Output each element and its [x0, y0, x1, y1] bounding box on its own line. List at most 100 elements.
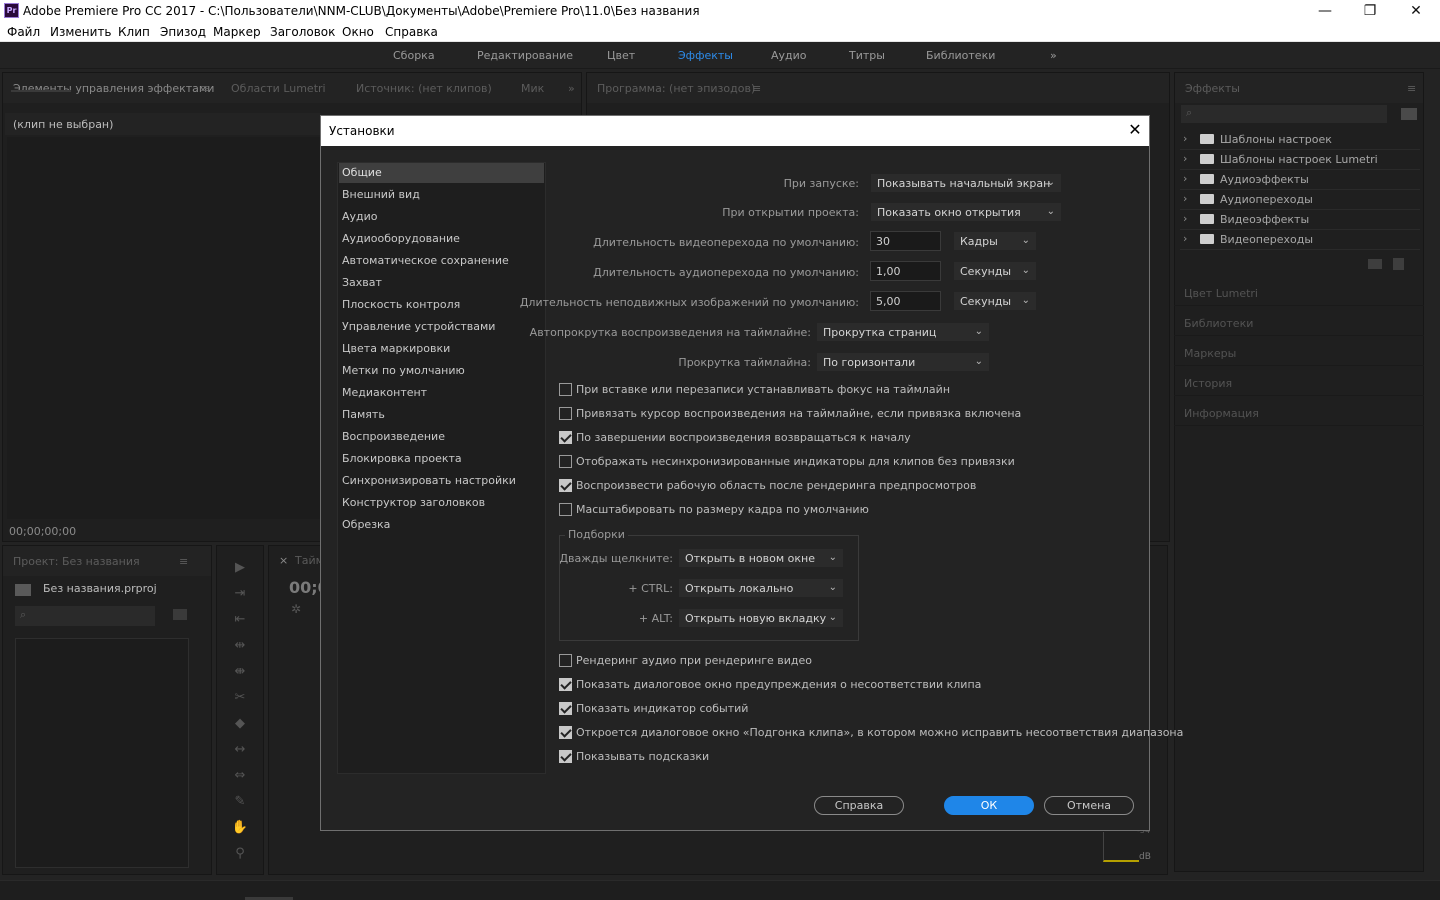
tab-effect-controls[interactable]: Элементы управления эффектами — [13, 82, 214, 95]
program-menu-icon[interactable]: ≡ — [752, 82, 761, 95]
checkbox-clip-fit-dialog[interactable] — [559, 726, 572, 739]
workspace-libraries[interactable]: Библиотеки — [926, 49, 995, 62]
menu-help[interactable]: Справка — [385, 25, 438, 39]
zoom-tool-icon[interactable]: ⚲ — [229, 846, 251, 864]
slip-tool-icon[interactable]: ◆ — [229, 716, 251, 734]
menu-clip[interactable]: Клип — [118, 25, 150, 39]
cancel-button[interactable]: Отмена — [1044, 796, 1134, 815]
menu-sequence[interactable]: Эпизод — [160, 25, 206, 39]
category-memory[interactable]: Память — [339, 405, 544, 425]
new-bin-icon[interactable] — [173, 609, 187, 620]
trash-icon[interactable] — [1393, 258, 1404, 270]
category-audio[interactable]: Аудио — [339, 207, 544, 227]
category-general[interactable]: Общие — [339, 163, 544, 183]
tab-lumetri-scopes[interactable]: Области Lumetri — [231, 82, 326, 95]
effects-tree-item[interactable]: › Видеопереходы — [1180, 230, 1420, 250]
category-label-defaults[interactable]: Метки по умолчанию — [339, 361, 544, 381]
track-move-tool-icon[interactable]: ⇔ — [229, 768, 251, 786]
category-auto-save[interactable]: Автоматическое сохранение — [339, 251, 544, 271]
workspace-color[interactable]: Цвет — [607, 49, 635, 62]
checkbox-scale-to-frame[interactable] — [559, 503, 572, 516]
category-label-colors[interactable]: Цвета маркировки — [339, 339, 544, 359]
checkbox-show-tooltips[interactable] — [559, 750, 572, 763]
selection-tool-icon[interactable]: ▶ — [229, 560, 251, 578]
tab-effects[interactable]: Эффекты — [1185, 82, 1240, 95]
menu-file[interactable]: Файл — [7, 25, 40, 39]
section-lumetri-color[interactable]: Цвет Lumetri — [1174, 278, 1424, 306]
open-project-dropdown[interactable]: Показать окно открытия ⌄ — [870, 202, 1062, 222]
category-device-control[interactable]: Управление устройствами — [339, 317, 544, 337]
workspace-effects[interactable]: Эффекты — [678, 49, 733, 62]
effects-tree-item[interactable]: › Аудиоэффекты — [1180, 170, 1420, 190]
tab-mixer[interactable]: Мик — [521, 82, 544, 95]
section-info[interactable]: Информация — [1174, 398, 1424, 426]
track-select-tool-icon[interactable]: ⇥ — [229, 586, 251, 604]
ok-button[interactable]: ОК — [944, 796, 1034, 815]
category-project-locking[interactable]: Блокировка проекта — [339, 449, 544, 469]
slide-tool-icon[interactable]: ↔ — [229, 742, 251, 760]
checkbox-clip-mismatch-warning[interactable] — [559, 678, 572, 691]
effects-tree-item[interactable]: › Аудиопереходы — [1180, 190, 1420, 210]
section-libraries[interactable]: Библиотеки — [1174, 308, 1424, 336]
window-close-button[interactable]: ✕ — [1393, 0, 1439, 22]
checkbox-return-to-start[interactable] — [559, 431, 572, 444]
menu-title[interactable]: Заголовок — [270, 25, 335, 39]
minimize-button[interactable]: — — [1302, 0, 1348, 22]
project-menu-icon[interactable]: ≡ — [179, 555, 188, 568]
help-button[interactable]: Справка — [814, 796, 904, 815]
workspace-titles[interactable]: Титры — [849, 49, 885, 62]
still-image-unit-dropdown[interactable]: Секунды ⌄ — [953, 291, 1037, 311]
project-search-input[interactable]: ⌕ — [15, 606, 155, 626]
category-control-surface[interactable]: Плоскость контроля — [339, 295, 544, 315]
category-media[interactable]: Медиаконтент — [339, 383, 544, 403]
effects-tree-item[interactable]: › Шаблоны настроек — [1180, 130, 1420, 150]
video-transition-input[interactable]: 30 — [870, 231, 941, 251]
ctrl-dropdown[interactable]: Открыть локально ⌄ — [678, 578, 844, 598]
panel-overflow-icon[interactable]: » — [568, 82, 575, 95]
dialog-close-icon[interactable]: ✕ — [1125, 120, 1145, 140]
rate-stretch-tool-icon[interactable]: ⇼ — [229, 664, 251, 682]
category-sync-settings[interactable]: Синхронизировать настройки — [339, 471, 544, 491]
video-transition-unit-dropdown[interactable]: Кадры ⌄ — [953, 231, 1037, 251]
checkbox-events-indicator[interactable] — [559, 702, 572, 715]
double-click-dropdown[interactable]: Открыть в новом окне ⌄ — [678, 548, 844, 568]
alt-dropdown[interactable]: Открыть новую вкладку ⌄ — [678, 608, 844, 628]
workspace-editing[interactable]: Редактирование — [477, 49, 573, 62]
autoscroll-dropdown[interactable]: Прокрутка страниц ⌄ — [816, 322, 990, 342]
ripple-edit-tool-icon[interactable]: ⇤ — [229, 612, 251, 630]
hand-tool-icon[interactable]: ✋ — [229, 820, 251, 838]
close-timeline-tab-icon[interactable]: × — [279, 554, 288, 567]
workspace-assembly[interactable]: Сборка — [393, 49, 435, 62]
tab-program[interactable]: Программа: (нет эпизодов) — [597, 82, 755, 95]
effects-search-input[interactable]: ⌕ — [1181, 105, 1387, 123]
category-audio-hardware[interactable]: Аудиооборудование — [339, 229, 544, 249]
menu-marker[interactable]: Маркер — [213, 25, 261, 39]
menu-window[interactable]: Окно — [342, 25, 374, 39]
workspace-overflow-button[interactable]: » — [1050, 49, 1057, 62]
tab-project[interactable]: Проект: Без названия — [13, 555, 140, 568]
effects-tree-item[interactable]: › Видеоэффекты — [1180, 210, 1420, 230]
pen-tool-icon[interactable]: ✎ — [229, 794, 251, 812]
section-history[interactable]: История — [1174, 368, 1424, 396]
snap-icon[interactable]: ✲ — [291, 602, 301, 616]
audio-transition-input[interactable]: 1,00 — [870, 261, 941, 281]
category-capture[interactable]: Захват — [339, 273, 544, 293]
audio-transition-unit-dropdown[interactable]: Секунды ⌄ — [953, 261, 1037, 281]
checkbox-focus-timeline[interactable] — [559, 383, 572, 396]
checkbox-render-audio[interactable] — [559, 654, 572, 667]
checkbox-snap-playhead[interactable] — [559, 407, 572, 420]
category-playback[interactable]: Воспроизведение — [339, 427, 544, 447]
section-markers[interactable]: Маркеры — [1174, 338, 1424, 366]
new-folder-icon[interactable] — [1368, 259, 1382, 269]
razor-tool-icon[interactable]: ✂ — [229, 690, 251, 708]
restore-button[interactable]: ❐ — [1347, 0, 1393, 22]
menu-edit[interactable]: Изменить — [50, 25, 112, 39]
tab-source[interactable]: Источник: (нет клипов) — [356, 82, 492, 95]
startup-dropdown[interactable]: Показывать начальный экран ⌄ — [870, 173, 1062, 193]
timeline-scroll-dropdown[interactable]: По горизонтали ⌄ — [816, 352, 990, 372]
new-custom-bin-icon[interactable] — [1401, 108, 1417, 120]
category-appearance[interactable]: Внешний вид — [339, 185, 544, 205]
checkbox-out-of-sync-indicators[interactable] — [559, 455, 572, 468]
category-titler[interactable]: Конструктор заголовков — [339, 493, 544, 513]
effects-tree-item[interactable]: › Шаблоны настроек Lumetri — [1180, 150, 1420, 170]
